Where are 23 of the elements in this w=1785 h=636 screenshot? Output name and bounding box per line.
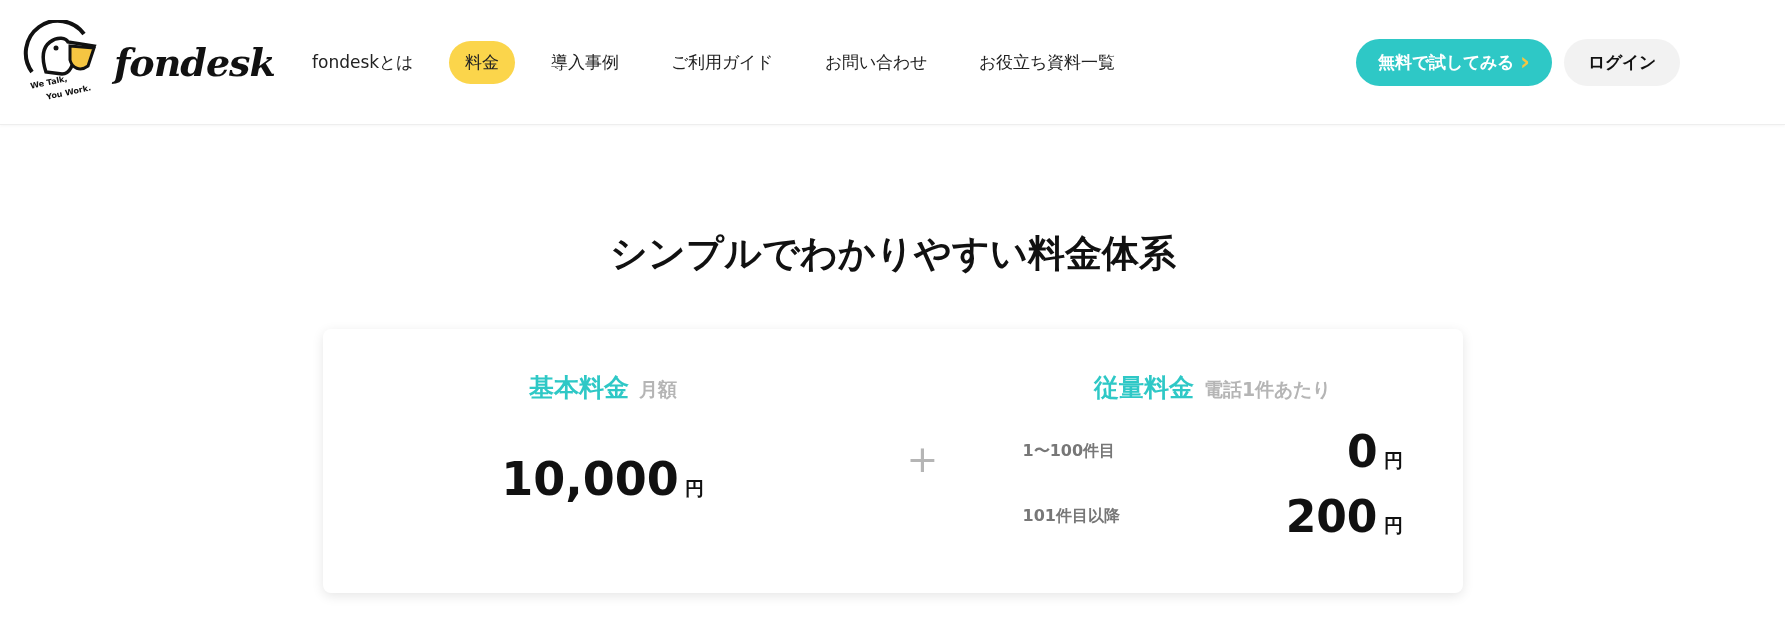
tier-range: 1〜100件目 [1022,441,1117,462]
section-title: シンプルでわかりやすい料金体系 [609,231,1176,277]
tier-range: 101件目以降 [1022,506,1121,527]
plan-note: 電話1件あたり [1203,377,1332,402]
nav-link[interactable]: 導入事例 [535,40,636,84]
plan-title: 基本料金 [528,372,629,404]
price-unit: 円 [1383,513,1403,538]
price-amount: 10,000 [501,452,679,506]
price-unit: 円 [1383,448,1403,473]
logo-wordmark[interactable]: fondesk [114,39,275,85]
plus-sign: + [906,437,939,481]
nav-link[interactable]: お役立ち資料一覧 [963,40,1132,84]
nav-link[interactable]: ご利用ガイド [655,40,790,84]
price-amount: 200 [1285,491,1378,542]
nav-link[interactable]: fondeskとは [296,40,430,84]
price-unit: 円 [684,476,704,501]
login-button[interactable]: ログイン [1564,38,1680,86]
price-amount: 0 [1346,426,1378,477]
plan-title: 従量料金 [1093,372,1194,404]
plan-note: 月額 [638,377,677,402]
nav-link[interactable]: 料金 [449,40,516,84]
nav-link[interactable]: お問い合わせ [809,40,944,84]
chevron-icon: › [1520,48,1530,76]
